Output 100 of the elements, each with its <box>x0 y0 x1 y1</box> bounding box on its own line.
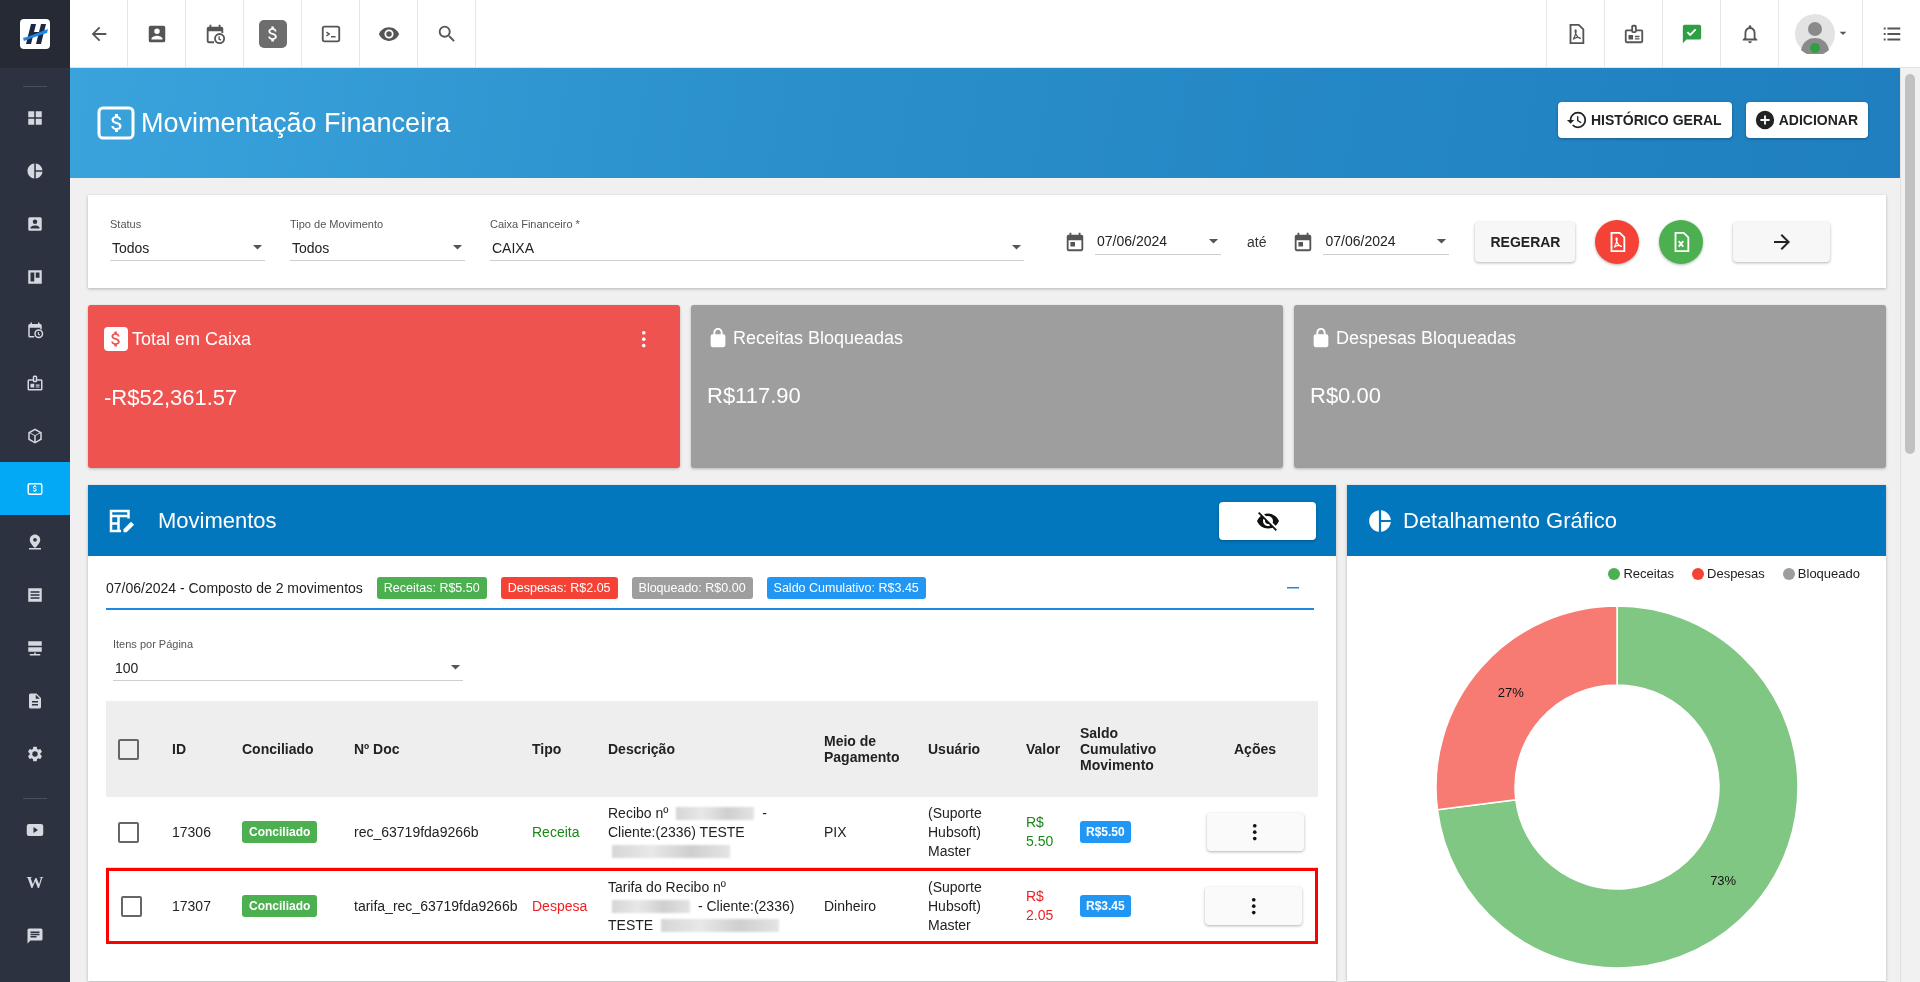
field-label: Itens por Página <box>113 638 195 650</box>
dropdown-arrow-icon <box>1011 244 1022 251</box>
date-field[interactable]: 07/06/2024 <box>1095 228 1221 255</box>
column-header: Valor <box>1026 741 1061 757</box>
date-separator: até <box>1247 233 1267 250</box>
date-field[interactable]: 07/06/2024 <box>1323 228 1450 255</box>
list-icon <box>26 585 44 604</box>
map-pin-icon <box>26 532 44 551</box>
calendar-icon <box>1064 230 1086 253</box>
table-cell: tarifa_rec_63719fda9266b <box>354 897 518 914</box>
kebab-icon <box>1250 896 1257 916</box>
balance-badge: R$5.50 <box>1080 821 1131 843</box>
chat-icon <box>26 926 44 945</box>
total-chip: Saldo Cumulativo: R$3.45 <box>766 577 926 599</box>
scrollbar-thumb[interactable] <box>1905 74 1915 454</box>
select-field[interactable]: CAIXA <box>490 235 1024 261</box>
field-label: Caixa Financeiro * <box>490 218 581 230</box>
column-header: Saldo Cumulativo Movimento <box>1080 725 1157 773</box>
avatar-icon <box>1794 13 1835 54</box>
select-field[interactable]: 100 <box>113 655 463 681</box>
column-header: Usuário <box>928 741 981 757</box>
total-chip: Despesas: R$2.05 <box>500 577 618 599</box>
settings-icon <box>26 744 44 763</box>
legend-label[interactable]: Bloqueado <box>1797 566 1860 581</box>
panel-title: Movimentos <box>158 507 278 534</box>
total-chip: Bloqueado: R$0.00 <box>631 577 753 599</box>
excel-export-button[interactable] <box>1659 219 1704 264</box>
select-all-checkbox[interactable] <box>118 738 139 760</box>
total-chip: Receitas: R$5.50 <box>376 577 487 599</box>
pie-chart-icon <box>26 161 44 180</box>
table-cell: (Suporte Hubsoft) Master <box>928 804 982 859</box>
stat-title: Despesas Bloqueadas <box>1336 327 1518 349</box>
regenerate-button[interactable]: REGERAR <box>1475 221 1576 262</box>
column-header: Nº Doc <box>354 741 400 757</box>
column-header: Conciliado <box>242 741 314 757</box>
grid-icon <box>26 108 44 127</box>
history-icon <box>1566 109 1588 131</box>
status-badge: Conciliado <box>242 821 318 843</box>
summary-text: 07/06/2024 - Composto de 2 movimentos <box>106 580 363 596</box>
history-button[interactable]: HISTÓRICO GERAL <box>1558 102 1732 138</box>
select-field[interactable]: Todos <box>110 235 265 261</box>
balance-badge: R$3.45 <box>1080 895 1131 917</box>
status-badge: Conciliado <box>242 895 318 917</box>
cube-icon <box>26 426 44 445</box>
dropdown-arrow-icon <box>452 244 463 251</box>
add-button[interactable]: ADICIONAR <box>1745 102 1868 138</box>
contact-card-icon <box>26 214 44 233</box>
amount-text: R$ 5.50 <box>1026 814 1054 849</box>
table-cell: PIX <box>824 823 847 840</box>
column-header: ID <box>172 741 186 757</box>
page-title: Movimentação Financeira <box>141 107 452 139</box>
field-label: Status <box>110 218 143 230</box>
field-label: Tipo de Movimento <box>290 218 385 230</box>
id-badge-icon <box>1622 22 1645 45</box>
pie-chart-icon <box>1367 507 1393 534</box>
dropdown-arrow-icon <box>450 664 461 671</box>
table-cell: (Suporte Hubsoft) Master <box>928 878 982 933</box>
calendar-clock-icon <box>26 320 44 339</box>
legend-label[interactable]: Receitas <box>1623 566 1674 581</box>
donut-slice[interactable] <box>1435 605 1618 811</box>
dollar-icon <box>97 106 135 140</box>
description-text: Cliente:(2336) TESTE <box>608 823 745 840</box>
table-cell: Dinheiro <box>824 897 877 914</box>
legend-label[interactable]: Despesas <box>1707 566 1765 581</box>
server-icon <box>26 638 44 657</box>
document-icon <box>26 691 44 710</box>
table-cell: rec_63719fda9266b <box>354 823 479 840</box>
caret-icon <box>1838 31 1847 36</box>
stat-value: R$117.90 <box>707 383 802 409</box>
kebab-icon <box>1252 822 1258 842</box>
description-text: - Cliente:(2336) <box>697 897 795 914</box>
column-header: Tipo <box>532 741 562 757</box>
column-header: Meio de Pagamento <box>824 733 900 765</box>
id-badge-icon <box>26 373 44 392</box>
sidebar-item[interactable]: W <box>0 856 70 909</box>
kebab-icon <box>640 329 646 349</box>
row-checkbox[interactable] <box>121 895 142 917</box>
row-checkbox[interactable] <box>118 821 139 843</box>
select-field[interactable]: Todos <box>290 235 465 261</box>
pdf-export-button[interactable] <box>1595 219 1640 264</box>
more-button[interactable] <box>640 329 646 349</box>
column-header: Descrição <box>608 741 675 757</box>
description-text: - <box>762 804 767 821</box>
panel-title: Detalhamento Gráfico <box>1403 507 1617 534</box>
table-cell: 17306 <box>172 823 211 840</box>
description-text: Recibo nº <box>608 804 669 821</box>
stat-title: Total em Caixa <box>132 328 253 350</box>
board-icon <box>26 267 44 286</box>
dropdown-arrow-icon <box>1208 237 1219 245</box>
type-label: Receita <box>532 823 580 840</box>
stat-title: Receitas Bloqueadas <box>733 327 905 349</box>
hide-button[interactable] <box>1219 501 1316 540</box>
logo-icon[interactable] <box>20 19 50 49</box>
description-text: Tarifa do Recibo nº <box>608 878 726 895</box>
dropdown-arrow-icon <box>252 244 263 251</box>
column-header: Ações <box>1234 741 1276 757</box>
donut-slice[interactable] <box>1436 605 1799 969</box>
amount-text: R$ 2.05 <box>1026 888 1054 923</box>
description-text: TESTE <box>608 916 654 933</box>
stat-value: R$0.00 <box>1310 383 1382 409</box>
